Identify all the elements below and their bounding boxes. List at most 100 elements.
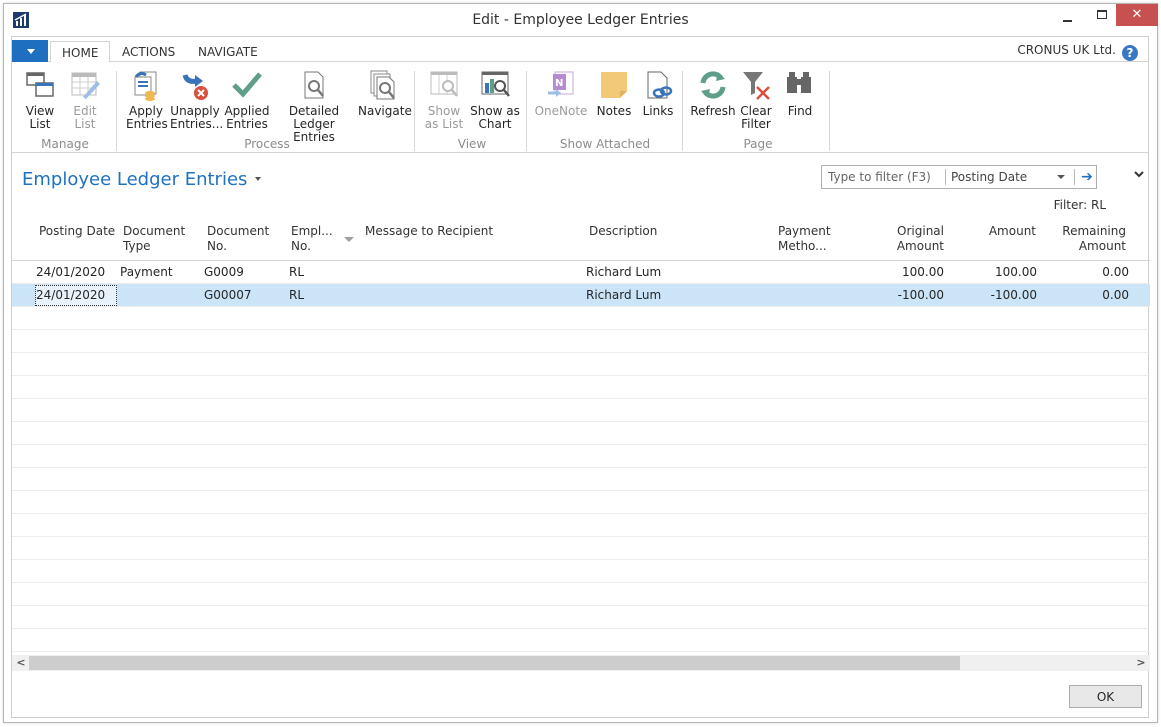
applied-entries-label-2: Entries [226, 117, 268, 131]
collapse-factbox-chevron-icon[interactable] [1133, 168, 1145, 180]
view-list-button[interactable]: View List [22, 69, 58, 131]
ribbon-separator [526, 71, 527, 151]
cell-description[interactable]: Richard Lum [586, 288, 661, 302]
edit-list-icon [69, 69, 101, 101]
cell-document-type[interactable]: Payment [120, 265, 173, 279]
clear-filter-button[interactable]: Clear Filter [738, 69, 774, 131]
find-button[interactable]: Find [782, 69, 818, 118]
cell-posting-date[interactable]: 24/01/2020 [36, 288, 105, 302]
column-header-label: Posting Date [39, 224, 116, 238]
column-header-label: Amount [1078, 239, 1126, 253]
navigate-label: Navigate [358, 104, 412, 118]
column-header-remaining-amount[interactable]: Remaining Amount [1062, 224, 1126, 254]
filter-input[interactable] [822, 166, 945, 188]
help-icon[interactable]: ? [1122, 45, 1138, 61]
show-as-chart-icon [479, 69, 511, 101]
column-header-message-to-recipient[interactable]: Message to Recipient [365, 224, 493, 239]
view-list-label-2: List [29, 117, 51, 131]
cell-original-amount[interactable]: -100.00 [898, 288, 944, 302]
cell-remaining-amount[interactable]: 0.00 [1102, 265, 1129, 279]
apply-filter-arrow-icon[interactable]: ➔ [1078, 168, 1096, 186]
empty-table-row [12, 537, 1150, 560]
cell-amount[interactable]: 100.00 [995, 265, 1037, 279]
ribbon-separator [414, 71, 415, 151]
empty-table-row [12, 353, 1150, 376]
notes-button[interactable]: Notes [596, 69, 632, 118]
close-button[interactable]: ✕ [1116, 4, 1158, 26]
refresh-icon [697, 69, 729, 101]
column-header-document-no[interactable]: Document No. [207, 224, 269, 254]
applied-entries-icon [231, 69, 263, 101]
cell-document-no[interactable]: G00007 [204, 288, 251, 302]
cell-original-amount[interactable]: 100.00 [902, 265, 944, 279]
cell-document-no[interactable]: G0009 [204, 265, 244, 279]
cell-remaining-amount[interactable]: 0.00 [1102, 288, 1129, 302]
notes-label: Notes [596, 104, 632, 118]
minimize-button[interactable] [1050, 4, 1085, 26]
maximize-icon [1096, 10, 1107, 19]
column-header-label: Amount [896, 239, 944, 253]
scroll-left-icon[interactable]: < [14, 655, 28, 671]
onenote-icon: N [545, 69, 577, 101]
page-title[interactable]: Employee Ledger Entries [22, 169, 262, 190]
chevron-down-icon[interactable] [1057, 175, 1065, 179]
maximize-button[interactable] [1084, 4, 1119, 26]
filter-field-select[interactable]: Posting Date [951, 170, 1027, 184]
column-header-amount[interactable]: Amount [989, 224, 1036, 239]
show-as-list-button[interactable]: Show as List [424, 69, 464, 131]
ok-button[interactable]: OK [1069, 685, 1142, 708]
application-menu-button[interactable] [12, 40, 48, 62]
cell-amount[interactable]: -100.00 [991, 288, 1037, 302]
page-container: HOME ACTIONS NAVIGATE CRONUS UK Ltd.? Vi… [11, 36, 1150, 718]
cell-description[interactable]: Richard Lum [586, 265, 661, 279]
apply-entries-button[interactable]: Apply Entries [126, 69, 168, 131]
tab-home[interactable]: HOME [50, 41, 111, 63]
empty-rows [12, 307, 1150, 652]
tab-actions[interactable]: ACTIONS [111, 41, 186, 63]
unapply-entries-button[interactable]: Unapply Entries... [170, 69, 223, 131]
group-label-page: Page [743, 137, 773, 151]
refresh-button[interactable]: Refresh [690, 69, 736, 118]
ribbon-separator [116, 71, 117, 151]
column-header-label: Original [897, 224, 944, 238]
cell-employee-no[interactable]: RL [289, 288, 304, 302]
column-header-label: Amount [988, 224, 1036, 238]
cell-employee-no[interactable]: RL [289, 265, 304, 279]
show-as-list-icon [428, 69, 460, 101]
column-header-description[interactable]: Description [589, 224, 657, 239]
ribbon-separator [829, 71, 830, 151]
close-icon: ✕ [1131, 7, 1143, 22]
edit-list-button[interactable]: Edit List [67, 69, 103, 131]
empty-table-row [12, 583, 1150, 606]
detailed-ledger-entries-button[interactable]: Detailed Ledger Entries [274, 69, 354, 144]
column-header-posting-date[interactable]: Posting Date [39, 224, 115, 239]
applied-entries-button[interactable]: Applied Entries [224, 69, 270, 131]
column-header-label: Empl... [291, 224, 333, 238]
scroll-right-icon[interactable]: > [1134, 655, 1148, 671]
refresh-label: Refresh [690, 104, 736, 118]
column-header-employee-no[interactable]: Empl... No. [291, 224, 333, 254]
find-label: Find [787, 104, 813, 118]
table-row[interactable]: 24/01/2020 Payment G0009 RL Richard Lum … [12, 261, 1150, 284]
tab-navigate[interactable]: NAVIGATE [187, 41, 269, 63]
empty-table-row [12, 376, 1150, 399]
empty-table-row [12, 560, 1150, 583]
empty-table-row [12, 468, 1150, 491]
column-header-payment-method[interactable]: Payment Metho... [778, 224, 831, 254]
links-icon [642, 69, 674, 101]
column-header-document-type[interactable]: Document Type [123, 224, 185, 254]
onenote-button[interactable]: N OneNote [534, 69, 588, 118]
scrollbar-thumb[interactable] [29, 656, 960, 670]
company-name: CRONUS UK Ltd.? [1017, 43, 1138, 61]
column-header-label: Description [589, 224, 658, 238]
cell-posting-date[interactable]: 24/01/2020 [36, 265, 105, 279]
links-button[interactable]: Links [640, 69, 676, 118]
column-header-label: No. [207, 239, 227, 253]
horizontal-scrollbar[interactable]: < > [12, 655, 1150, 671]
show-as-chart-button[interactable]: Show as Chart [470, 69, 520, 131]
table-row-selected[interactable]: 24/01/2020 G00007 RL Richard Lum -100.00… [12, 284, 1150, 307]
column-header-original-amount[interactable]: Original Amount [897, 224, 944, 254]
ribbon-group-process: Apply Entries Unapply Entries... Applied… [120, 63, 414, 153]
column-header-label: Remaining [1062, 224, 1126, 238]
navigate-button[interactable]: Navigate [358, 69, 412, 118]
